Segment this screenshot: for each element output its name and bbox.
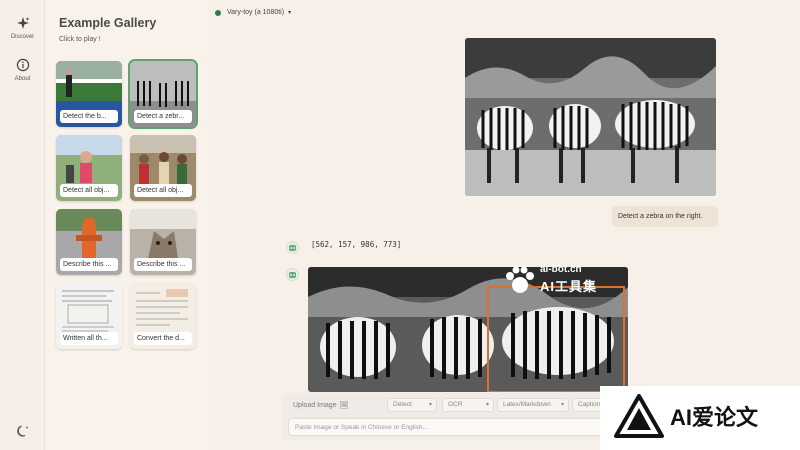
left-rail: Discover About [0,0,45,450]
gallery-card[interactable]: Written all th... [56,283,122,349]
bot-avatar [286,241,299,254]
mode-detect-label: Detect [393,401,412,408]
model-selector[interactable]: Vary-toy (a 1080ti) ▾ [215,9,291,16]
mode-detect[interactable]: Detect ▾ [387,398,437,412]
gallery-card[interactable]: Detect a zebr... [128,59,198,129]
gallery-card-caption: Describe this ... [134,258,192,271]
moon-icon [16,425,28,437]
gallery-card[interactable]: Convert the d... [130,283,196,349]
sparkle-icon [16,17,29,29]
gallery-card-caption: Detect a zebr... [134,110,192,123]
mode-latex-label: Latex/Markdown [503,401,551,408]
bot-response-text: [562, 157, 986, 773] [311,240,402,249]
watermark-corner: AI爱论文 [600,386,800,450]
gallery-card[interactable]: Detect all obj... [56,135,122,201]
bot-avatar-icon [289,245,296,251]
gallery-card[interactable]: Detect all obj... [130,135,196,201]
status-dot [215,9,221,16]
chevron-down-icon: ▾ [288,10,292,16]
upload-label: Upload Image [293,402,337,409]
paw-icon [506,266,534,293]
gallery-card-caption: Written all th... [60,332,118,345]
nav-about-label: About [14,76,31,82]
prompt-input[interactable] [288,418,606,436]
upload-image-button[interactable]: Upload Image 🖼 [293,401,348,409]
example-gallery: Example Gallery Click to play ! Detect t… [46,0,208,450]
chevron-down-icon: ▾ [428,402,432,408]
watermark-top: ai-bot.cn AI工具集 [500,264,630,296]
watermark-top-line1: ai-bot.cn [540,264,582,275]
theme-toggle[interactable] [0,424,45,438]
chevron-down-icon: ▾ [560,402,564,408]
ai-logo-icon [614,394,664,438]
mode-ocr[interactable]: OCR ▾ [442,398,494,412]
mode-latex[interactable]: Latex/Markdown ▾ [497,398,569,412]
image-icon: 🖼 [339,402,349,409]
watermark-corner-text: AI爱论文 [670,405,759,430]
watermark-top-line2: AI工具集 [540,279,598,294]
bot-avatar-icon [289,272,296,278]
mode-ocr-label: OCR [448,401,463,408]
zebra-photo [465,38,716,196]
gallery-card[interactable]: Describe this ... [130,209,196,275]
chevron-down-icon: ▾ [485,402,489,408]
mode-caption-label: Caption [578,401,601,408]
gallery-subtitle: Click to play ! [59,36,101,43]
gallery-title: Example Gallery [59,16,157,30]
nav-about[interactable]: About [0,58,45,82]
nav-discover[interactable]: Discover [0,16,45,40]
user-image-message [465,38,716,196]
gallery-card[interactable]: Detect the b... [56,61,122,127]
info-icon [16,58,29,72]
gallery-card[interactable]: Describe this ... [56,209,122,275]
model-name: Vary-toy (a 1080ti) [227,9,285,16]
gallery-card-caption: Detect all obj... [60,184,118,197]
gallery-card-caption: Describe this ... [60,258,118,271]
user-message-bubble: Detect a zebra on the right. [612,206,718,227]
bot-avatar [286,268,299,281]
nav-discover-label: Discover [10,34,35,40]
gallery-card-caption: Detect all obj... [134,184,192,197]
gallery-card-caption: Convert the d... [134,332,192,345]
gallery-card-caption: Detect the b... [60,110,118,123]
composer: Upload Image 🖼 Detect ▾ OCR ▾ Latex/Markdow… [282,393,612,440]
